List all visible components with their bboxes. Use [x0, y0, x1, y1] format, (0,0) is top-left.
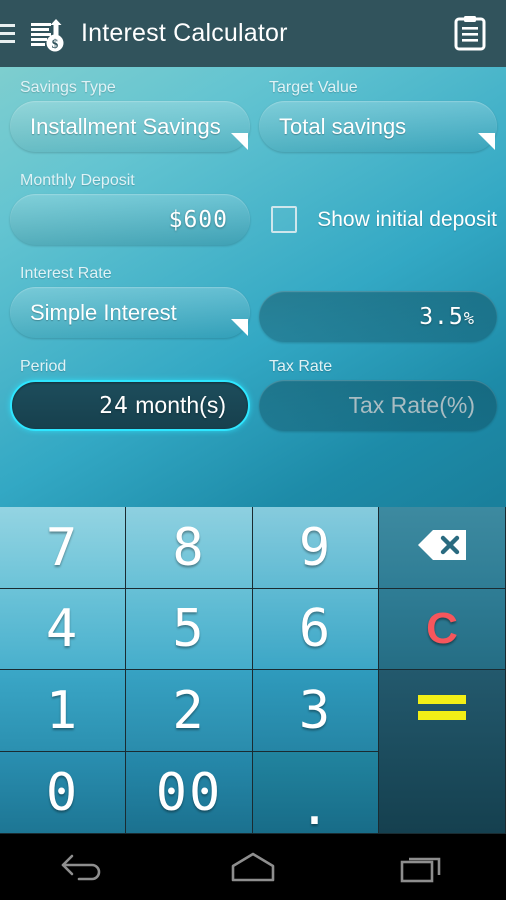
rate-value-input[interactable]: 3.5% — [259, 291, 497, 342]
target-value-spinner[interactable]: Total savings — [259, 101, 497, 152]
monthly-deposit-label: Monthly Deposit — [20, 172, 135, 189]
rate-value-number: 3.5 — [419, 304, 464, 330]
key-9[interactable]: 9 — [253, 507, 379, 589]
target-value-group: Target Value Total savings — [259, 79, 497, 152]
monthly-deposit-group: Monthly Deposit $600 — [10, 172, 250, 245]
tax-rate-label: Tax Rate — [269, 358, 333, 375]
show-initial-deposit-checkbox[interactable] — [271, 206, 298, 233]
spinner-triangle-icon — [231, 133, 248, 150]
key-backspace[interactable] — [379, 507, 506, 589]
savings-type-value: Installment Savings — [30, 113, 221, 139]
page-title: Interest Calculator — [81, 19, 288, 47]
clipboard-icon[interactable] — [448, 11, 492, 55]
show-initial-deposit-row[interactable]: Show initial deposit — [259, 194, 497, 245]
backspace-icon — [416, 528, 468, 567]
key-double-zero[interactable]: 00 — [126, 752, 253, 834]
back-icon[interactable] — [34, 842, 134, 892]
period-group: Period 24 month(s) — [10, 358, 250, 431]
tax-rate-group: Tax Rate Tax Rate(%) — [259, 358, 497, 431]
key-3[interactable]: 3 — [253, 670, 379, 752]
key-6[interactable]: 6 — [253, 589, 379, 670]
period-number: 24 — [99, 393, 129, 419]
key-2[interactable]: 2 — [126, 670, 253, 752]
period-suffix: month(s) — [128, 392, 226, 418]
title-bar: $ Interest Calculator — [0, 0, 506, 67]
savings-type-label: Savings Type — [20, 79, 116, 96]
savings-type-group: Savings Type Installment Savings — [10, 79, 250, 152]
hamburger-menu-icon[interactable] — [0, 19, 23, 49]
key-5[interactable]: 5 — [126, 589, 253, 670]
recents-icon[interactable] — [372, 842, 472, 892]
interest-rate-label: Interest Rate — [20, 265, 112, 282]
key-equals[interactable] — [379, 670, 506, 834]
key-7[interactable]: 7 — [0, 507, 126, 589]
key-8[interactable]: 8 — [126, 507, 253, 589]
spinner-triangle-icon — [478, 133, 495, 150]
key-clear[interactable]: C — [379, 589, 506, 670]
spinner-triangle-icon — [231, 319, 248, 336]
interest-rate-spinner[interactable]: Simple Interest — [10, 287, 250, 338]
show-initial-deposit-group: Show initial deposit — [259, 172, 497, 245]
svg-text:$: $ — [52, 36, 59, 51]
equals-icon — [418, 695, 466, 720]
target-value-label: Target Value — [269, 79, 358, 96]
form-panel: Savings Type Installment Savings Target … — [0, 67, 506, 507]
tax-rate-placeholder: Tax Rate(%) — [348, 392, 475, 418]
key-4[interactable]: 4 — [0, 589, 126, 670]
period-label: Period — [20, 358, 67, 375]
key-1[interactable]: 1 — [0, 670, 126, 752]
monthly-deposit-value: $600 — [168, 206, 228, 233]
app-root: $ Interest Calculator Savings Type Insta… — [0, 0, 506, 900]
savings-type-spinner[interactable]: Installment Savings — [10, 101, 250, 152]
key-0[interactable]: 0 — [0, 752, 126, 834]
period-input[interactable]: 24 month(s) — [10, 380, 250, 431]
interest-chart-dollar-icon: $ — [25, 12, 69, 56]
interest-rate-value: Simple Interest — [30, 299, 177, 325]
key-decimal-point[interactable]: . — [253, 752, 379, 834]
monthly-deposit-input[interactable]: $600 — [10, 194, 250, 245]
rate-value-group: 3.5% — [259, 265, 497, 342]
rate-value-unit: % — [463, 309, 475, 329]
tax-rate-input[interactable]: Tax Rate(%) — [259, 380, 497, 431]
android-nav-bar — [0, 834, 506, 900]
target-value-value: Total savings — [279, 113, 407, 139]
interest-rate-group: Interest Rate Simple Interest — [10, 265, 250, 338]
numeric-keypad: 7 8 9 4 5 6 1 2 3 0 00 . C — [0, 507, 506, 834]
show-initial-deposit-label: Show initial deposit — [317, 207, 497, 231]
home-icon[interactable] — [203, 842, 303, 892]
